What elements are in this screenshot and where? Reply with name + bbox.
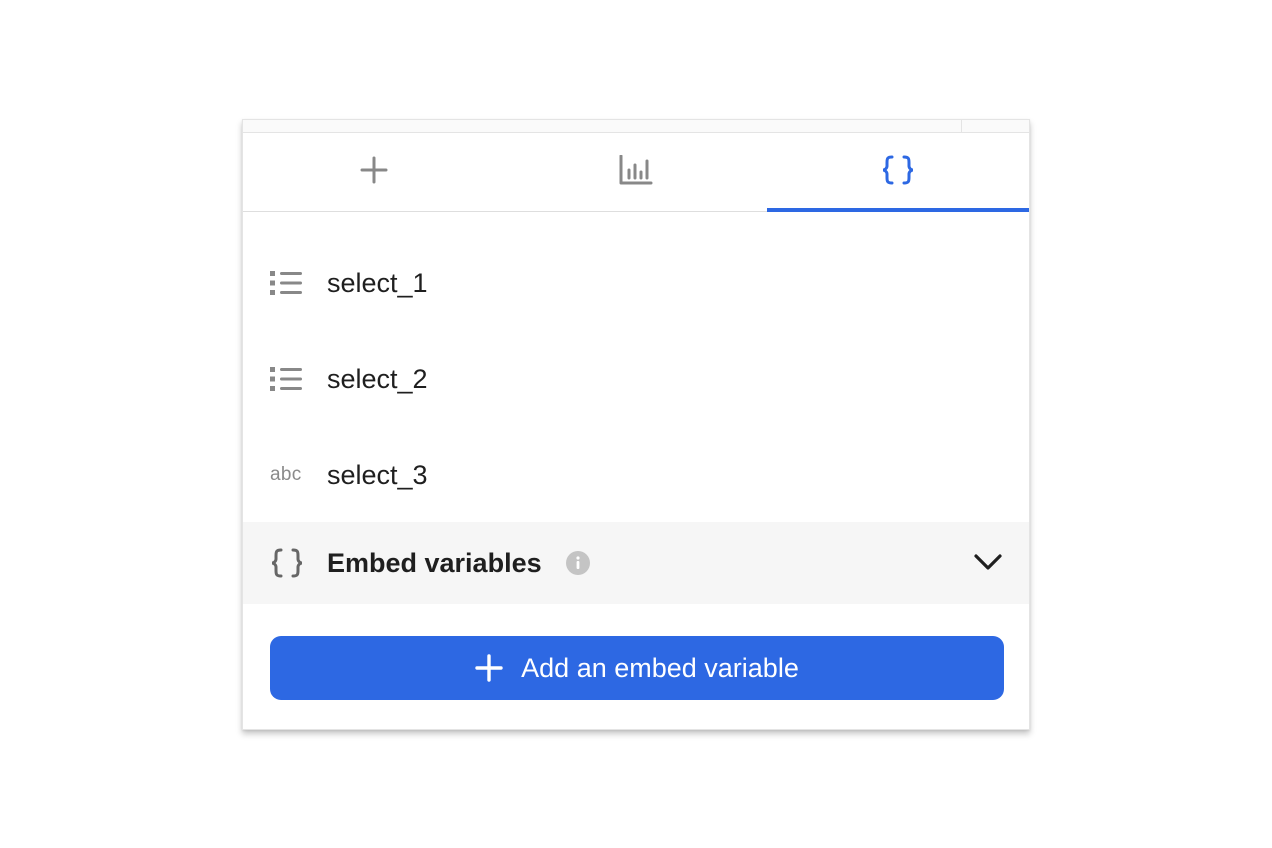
plus-icon (475, 654, 503, 682)
info-icon[interactable] (565, 551, 590, 575)
braces-icon (881, 155, 915, 190)
list-item[interactable]: abc select_3 (243, 427, 1029, 523)
list-icon (270, 364, 304, 394)
tab-charts[interactable] (505, 133, 767, 211)
panel-top-strip (243, 120, 1029, 133)
list-item[interactable]: select_1 (243, 235, 1029, 331)
variables-panel: select_1 select_2 abc select_3 Embed var… (242, 119, 1030, 730)
list-icon (270, 268, 304, 298)
add-embed-variable-label: Add an embed variable (521, 652, 799, 683)
tab-variables[interactable] (767, 133, 1029, 212)
list-item[interactable]: select_2 (243, 331, 1029, 427)
tab-bar (243, 133, 1029, 212)
tab-add[interactable] (243, 133, 505, 211)
text-type-icon: abc (270, 460, 304, 490)
type-label: abc (270, 464, 302, 485)
variable-name: select_1 (327, 267, 428, 298)
embed-variables-title: Embed variables (327, 547, 542, 578)
variable-name: select_2 (327, 363, 428, 394)
divider (961, 120, 962, 132)
chart-icon (619, 154, 653, 190)
chevron-down-icon[interactable] (973, 552, 1003, 577)
braces-icon (270, 548, 304, 578)
variable-list: select_1 select_2 abc select_3 (243, 235, 1029, 523)
variable-name: select_3 (327, 459, 428, 490)
plus-icon (360, 156, 388, 189)
add-embed-variable-button[interactable]: Add an embed variable (270, 636, 1004, 700)
embed-variables-header[interactable]: Embed variables (243, 522, 1029, 604)
